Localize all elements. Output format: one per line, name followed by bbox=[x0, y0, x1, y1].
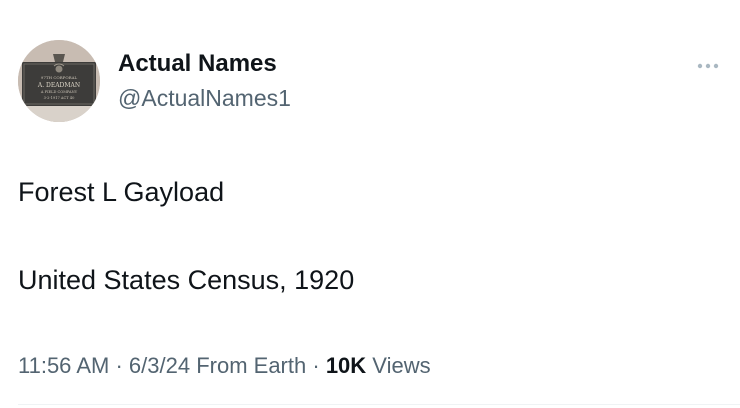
tweet-text-line: Forest L Gayload bbox=[18, 177, 225, 207]
meta-separator: · bbox=[115, 353, 123, 378]
author-name[interactable]: Actual Names bbox=[118, 50, 277, 78]
tweet-source: From Earth bbox=[196, 353, 307, 378]
divider bbox=[18, 404, 740, 405]
more-button[interactable] bbox=[688, 52, 728, 80]
tweet: 97TH CORPORAL A. DEADMAN A FIELD COMPANY… bbox=[0, 0, 740, 408]
avatar-plaque-line3: A FIELD COMPANY bbox=[40, 90, 78, 94]
tweet-text-line: United States Census, 1920 bbox=[18, 265, 355, 295]
avatar-plaque-image: 97TH CORPORAL A. DEADMAN A FIELD COMPANY… bbox=[18, 40, 100, 122]
views-label[interactable]: Views bbox=[372, 353, 430, 378]
author-handle[interactable]: @ActualNames1 bbox=[118, 84, 291, 112]
avatar[interactable]: 97TH CORPORAL A. DEADMAN A FIELD COMPANY… bbox=[18, 40, 100, 122]
tweet-date[interactable]: 6/3/24 bbox=[129, 353, 190, 378]
avatar-plaque-line1: 97TH CORPORAL bbox=[41, 75, 78, 80]
views-count[interactable]: 10K bbox=[326, 353, 366, 378]
tweet-meta: 11:56 AM · 6/3/24 From Earth · 10K Views bbox=[18, 352, 431, 380]
meta-separator: · bbox=[312, 353, 320, 378]
tweet-time[interactable]: 11:56 AM bbox=[18, 353, 109, 378]
avatar-plaque-line4: 3-2-1917 ACT 40 bbox=[44, 96, 75, 100]
avatar-plaque-line2: A. DEADMAN bbox=[37, 82, 80, 89]
more-horizontal-icon bbox=[697, 63, 719, 69]
